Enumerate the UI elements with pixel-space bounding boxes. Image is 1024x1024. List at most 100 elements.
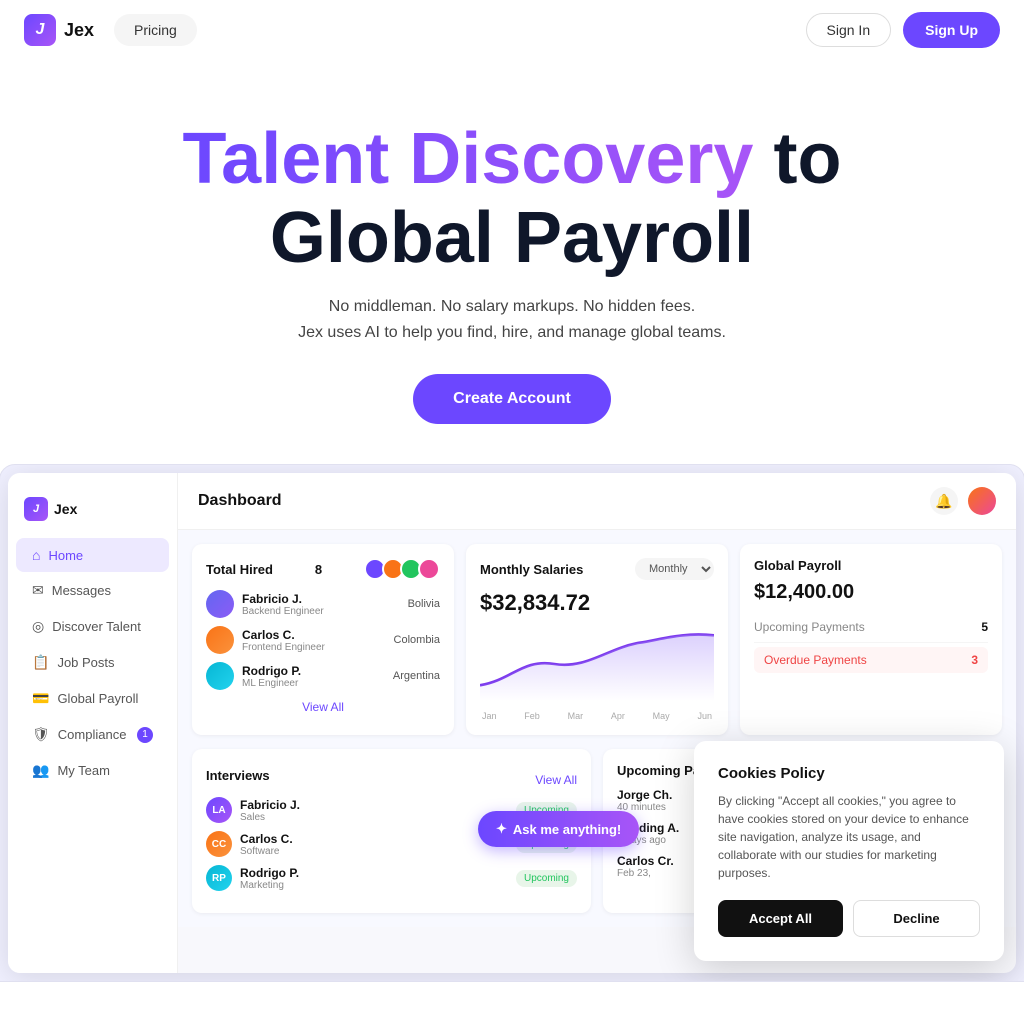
sidebar-label-discover: Discover Talent — [52, 619, 141, 634]
interview-avatar-rp: RP — [206, 865, 232, 891]
sign-in-button[interactable]: Sign In — [806, 13, 892, 47]
interview-avatar-fj: LA — [206, 797, 232, 823]
logo-icon: J — [24, 14, 56, 46]
sidebar: J Jex ⌂ Home ✉ Messages ◎ Discover Talen… — [8, 473, 178, 973]
compliance-badge: 1 — [137, 727, 153, 743]
hire-role: Frontend Engineer — [242, 642, 325, 653]
hire-item: Rodrigo P. ML Engineer Argentina — [206, 662, 440, 690]
monthly-select[interactable]: Monthly — [635, 558, 714, 580]
hire-avatar-rodrigo — [206, 662, 234, 690]
hire-item: Carlos C. Frontend Engineer Colombia — [206, 626, 440, 654]
upcoming-info-carlos: Carlos Cr. Feb 23, — [617, 854, 674, 879]
sidebar-label-home: Home — [48, 548, 83, 563]
interview-dept: Sales — [240, 812, 300, 823]
interview-info-rp: Rodrigo P. Marketing — [240, 866, 299, 891]
hire-info-fabricio: Fabricio J. Backend Engineer — [242, 592, 324, 617]
hire-list: Fabricio J. Backend Engineer Bolivia Car… — [206, 590, 440, 690]
hero-headline: Talent Discovery toGlobal Payroll — [20, 120, 1004, 278]
upcoming-name: Jorge Ch. — [617, 788, 672, 802]
chart-label-may: May — [653, 711, 670, 721]
headline-gradient: Talent Discovery — [183, 119, 754, 199]
logo-name: Jex — [64, 20, 94, 41]
hire-avatar-fabricio — [206, 590, 234, 618]
hire-info-rodrigo: Rodrigo P. ML Engineer — [242, 664, 301, 689]
sidebar-item-messages[interactable]: ✉ Messages — [16, 573, 169, 608]
chart-label-feb: Feb — [524, 711, 540, 721]
sidebar-label-team: My Team — [57, 763, 110, 778]
hire-country: Colombia — [394, 634, 440, 646]
dashboard-preview: J Jex ⌂ Home ✉ Messages ◎ Discover Talen… — [0, 464, 1024, 982]
salary-amount: $32,834.72 — [480, 590, 714, 616]
sidebar-label-payroll: Global Payroll — [57, 691, 138, 706]
view-all-button[interactable]: View All — [206, 700, 440, 714]
hire-item: Fabricio J. Backend Engineer Bolivia — [206, 590, 440, 618]
avatar-group — [364, 558, 440, 580]
hire-name: Rodrigo P. — [242, 664, 301, 678]
hire-role: Backend Engineer — [242, 606, 324, 617]
compliance-icon: 🛡 — [32, 726, 50, 743]
interviews-view-all[interactable]: View All — [535, 773, 577, 787]
content-grid: Total Hired 8 — [178, 530, 1016, 749]
hero-section: Talent Discovery toGlobal Payroll No mid… — [0, 60, 1024, 464]
chart-label-apr: Apr — [611, 711, 625, 721]
monthly-salaries-card: Monthly Salaries Monthly $32,834.72 — [466, 544, 728, 735]
payroll-icon: 💳 — [32, 690, 49, 707]
user-avatar[interactable] — [968, 487, 996, 515]
status-badge-upcoming: Upcoming — [516, 870, 577, 887]
sidebar-item-compliance[interactable]: 🛡 Compliance 1 — [16, 717, 169, 752]
hire-item-left: Carlos C. Frontend Engineer — [206, 626, 325, 654]
total-hired-count: 8 — [315, 562, 322, 577]
global-payroll-card: Global Payroll $12,400.00 Upcoming Payme… — [740, 544, 1002, 735]
interview-item: RP Rodrigo P. Marketing Upcoming — [206, 865, 577, 891]
overdue-payments-label: Overdue Payments — [764, 653, 867, 667]
hire-info-carlos: Carlos C. Frontend Engineer — [242, 628, 325, 653]
global-payroll-label: Global Payroll — [754, 558, 988, 573]
interview-left: RP Rodrigo P. Marketing — [206, 865, 299, 891]
chart-x-labels: Jan Feb Mar Apr May Jun — [480, 711, 714, 721]
pricing-button[interactable]: Pricing — [114, 14, 197, 46]
sparkle-icon: ✦ — [496, 821, 507, 837]
sidebar-item-discover[interactable]: ◎ Discover Talent — [16, 609, 169, 644]
cookie-modal: Cookies Policy By clicking "Accept all c… — [694, 741, 1004, 961]
nav-right: Sign In Sign Up — [806, 12, 1000, 48]
interviews-header: Interviews View All — [206, 763, 577, 787]
accept-cookies-button[interactable]: Accept All — [718, 900, 843, 937]
decline-cookies-button[interactable]: Decline — [853, 900, 980, 937]
sidebar-label-messages: Messages — [52, 583, 111, 598]
hire-role: ML Engineer — [242, 678, 301, 689]
overdue-payments-row: Overdue Payments 3 — [754, 647, 988, 673]
jobs-icon: 📋 — [32, 654, 49, 671]
sidebar-label-compliance: Compliance — [58, 727, 127, 742]
cookie-buttons: Accept All Decline — [718, 900, 980, 937]
create-account-button[interactable]: Create Account — [413, 374, 611, 424]
sidebar-item-payroll[interactable]: 💳 Global Payroll — [16, 681, 169, 716]
interview-left: CC Carlos C. Software — [206, 831, 293, 857]
dashboard-header: Dashboard 🔔 — [178, 473, 1016, 530]
sidebar-item-home[interactable]: ⌂ Home — [16, 538, 169, 572]
messages-icon: ✉ — [32, 582, 44, 599]
hire-avatar-carlos — [206, 626, 234, 654]
home-icon: ⌂ — [32, 547, 40, 563]
hire-country: Bolivia — [408, 598, 440, 610]
sign-up-button[interactable]: Sign Up — [903, 12, 1000, 48]
interviews-label: Interviews — [206, 768, 270, 783]
card-header: Total Hired 8 — [206, 558, 440, 580]
hero-tagline1: No middleman. No salary markups. No hidd… — [20, 298, 1004, 316]
sidebar-logo-name: Jex — [54, 501, 77, 517]
hire-item-left: Fabricio J. Backend Engineer — [206, 590, 324, 618]
ai-button-label: Ask me anything! — [513, 822, 621, 837]
interview-info-fj: Fabricio J. Sales — [240, 798, 300, 823]
cookie-text: By clicking "Accept all cookies," you ag… — [718, 792, 980, 882]
discover-icon: ◎ — [32, 618, 44, 635]
total-hired-label: Total Hired — [206, 562, 273, 577]
chart-label-jun: Jun — [697, 711, 712, 721]
sidebar-item-jobs[interactable]: 📋 Job Posts — [16, 645, 169, 680]
sidebar-logo: J Jex — [8, 489, 177, 537]
header-right: 🔔 — [930, 487, 996, 515]
sidebar-item-team[interactable]: 👥 My Team — [16, 753, 169, 788]
chart-label-mar: Mar — [568, 711, 584, 721]
notifications-icon[interactable]: 🔔 — [930, 487, 958, 515]
salary-chart — [480, 624, 714, 704]
sidebar-label-jobs: Job Posts — [57, 655, 114, 670]
ai-ask-button[interactable]: ✦ Ask me anything! — [478, 811, 639, 847]
